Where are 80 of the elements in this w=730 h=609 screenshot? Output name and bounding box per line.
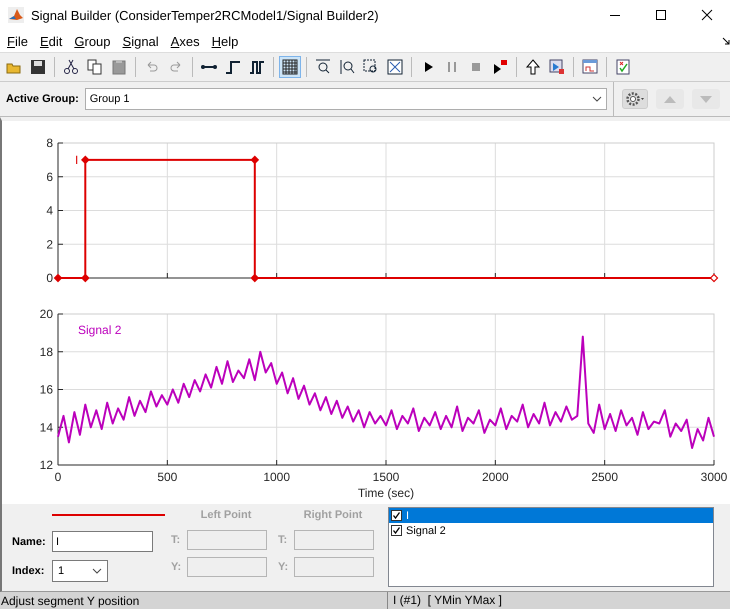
tick-label: 4 — [46, 204, 53, 218]
fit-view-icon[interactable] — [387, 59, 403, 75]
point-marker[interactable] — [54, 274, 62, 282]
point-marker[interactable] — [80, 274, 90, 282]
menu-item[interactable]: Edit — [34, 34, 68, 48]
step-icon[interactable] — [225, 59, 241, 75]
y-label: Y: — [171, 561, 182, 573]
right-point-heading: Right Point — [302, 509, 364, 523]
menu-item[interactable]: File — [2, 34, 33, 48]
tick-label: 2000 — [482, 470, 509, 484]
export-icon[interactable] — [549, 59, 565, 75]
t-label: T: — [278, 534, 288, 546]
signal-name-label: Signal 2 — [78, 323, 122, 337]
chevron-down-icon — [92, 568, 102, 574]
index-label: Index: — [12, 565, 46, 577]
tick-label: 16 — [40, 382, 53, 396]
tick-label: 18 — [40, 344, 53, 359]
tick-label: 1000 — [263, 470, 290, 484]
point-marker[interactable] — [710, 274, 718, 282]
tick-label: 8 — [46, 136, 53, 150]
copy-icon[interactable] — [87, 59, 103, 75]
tick-label: 1500 — [372, 470, 400, 484]
tick-label: 20 — [40, 307, 53, 321]
grid-icon[interactable] — [282, 59, 298, 75]
tick-label: 0 — [46, 271, 53, 285]
checkbox[interactable] — [391, 510, 402, 521]
signal-name-label: I — [75, 152, 78, 167]
app-logo-icon — [8, 7, 24, 23]
menu-item[interactable]: Help — [206, 34, 244, 48]
t-label: T: — [171, 534, 182, 546]
verify-icon[interactable] — [615, 59, 631, 75]
y-label: Y: — [278, 561, 290, 573]
tick-label: 2500 — [591, 470, 618, 484]
active-group-dropdown[interactable]: Group 1 — [84, 88, 607, 110]
active-group-label: Active Group: — [6, 93, 79, 105]
tick-label: 12 — [40, 458, 53, 472]
name-label: Name: — [12, 536, 47, 548]
cut-icon[interactable] — [63, 59, 79, 75]
status-selection: I (#1) [ YMin YMax ] — [387, 592, 502, 609]
menu-item[interactable]: Signal — [118, 34, 164, 48]
up-arrow-icon[interactable] — [525, 59, 541, 75]
zoom-x-icon[interactable] — [315, 59, 331, 75]
settings-icon — [624, 91, 645, 107]
tick-label: 500 — [157, 470, 178, 484]
menu-item[interactable]: Group — [69, 34, 116, 48]
axis-label: Time (sec) — [358, 486, 414, 500]
signal-name: Signal 2 — [406, 524, 446, 536]
left-point-heading: Left Point — [200, 509, 252, 523]
signal-list-item[interactable]: I — [389, 508, 713, 523]
tick-label: 6 — [46, 170, 53, 184]
tick-label: 3000 — [700, 470, 728, 484]
menu-item[interactable]: Axes — [166, 34, 205, 48]
tick-label: 14 — [40, 420, 53, 434]
up-triangle-icon — [664, 96, 676, 102]
tick-label: 2 — [46, 237, 53, 252]
down-triangle-icon — [700, 96, 712, 102]
index-dropdown[interactable]: 1 — [52, 560, 108, 582]
signal-line[interactable] — [57, 336, 715, 449]
signal-list-item[interactable]: Signal 2 — [389, 523, 713, 538]
paste-icon[interactable] — [111, 59, 127, 75]
point-marker[interactable] — [80, 156, 90, 164]
close-icon[interactable] — [701, 9, 713, 21]
window-title: Signal Builder (ConsiderTemper2RCModel1/Signal Builder2) — [31, 8, 380, 22]
status-message: Adjust segment Y position — [0, 594, 140, 608]
checkbox[interactable] — [391, 525, 402, 536]
tick-label: 0 — [54, 470, 62, 484]
settings-button[interactable] — [622, 89, 648, 109]
save-icon[interactable] — [30, 59, 46, 75]
signal-name: I — [406, 510, 410, 522]
pulse-icon[interactable] — [249, 59, 265, 75]
point-marker[interactable] — [250, 274, 260, 282]
block-window-icon[interactable] — [582, 59, 598, 75]
play-all-icon[interactable] — [492, 59, 508, 75]
maximize-icon[interactable] — [655, 9, 667, 21]
zoom-box-icon[interactable] — [363, 59, 379, 75]
chevron-down-icon — [592, 96, 602, 102]
point-marker[interactable] — [250, 156, 260, 164]
dock-arrow-icon[interactable] — [722, 37, 730, 45]
zoom-y-icon[interactable] — [339, 59, 355, 75]
name-field[interactable]: I — [52, 531, 153, 552]
